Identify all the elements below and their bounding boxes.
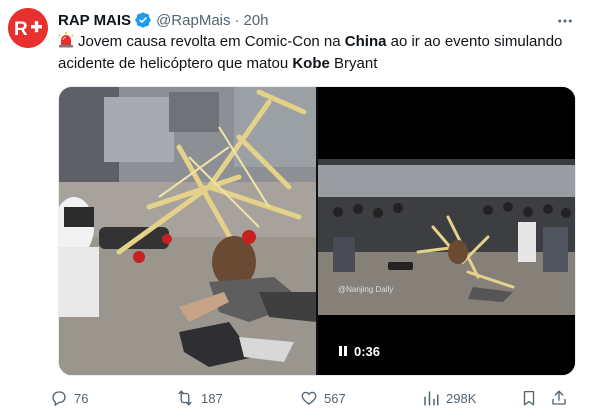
view-count: 298K [446, 390, 477, 406]
video-watermark: @Nanjing Daily [338, 285, 393, 294]
video-player[interactable]: @Nanjing Daily 0:36 [318, 87, 575, 375]
video-duration-badge[interactable]: 0:36 [330, 339, 389, 363]
siren-emoji-icon [58, 32, 74, 54]
author-name[interactable]: RAP MAIS [58, 12, 131, 29]
tweet-text-part-1: Jovem causa revolta em Comic-Con na [78, 33, 345, 50]
rap-mais-logo-icon: R [8, 8, 48, 48]
separator-dot: · [234, 11, 240, 29]
reply-button[interactable]: 76 [50, 386, 88, 410]
tweet-text-bold-kobe: Kobe [292, 55, 330, 72]
reply-icon [52, 391, 66, 407]
photo-thumbnail[interactable] [59, 87, 316, 375]
svg-text:R: R [14, 19, 28, 40]
views-chart-icon [424, 391, 439, 406]
reply-count: 76 [74, 390, 89, 406]
video-thumbnail-image: @Nanjing Daily [318, 87, 575, 375]
like-button[interactable]: 567 [300, 386, 346, 410]
photo-image [59, 87, 316, 375]
tweet-header: RAP MAIS @RapMais · 20h [58, 10, 269, 30]
author-handle[interactable]: @RapMais [156, 12, 230, 29]
video-duration: 0:36 [354, 343, 381, 359]
more-options-icon[interactable] [555, 12, 575, 30]
share-button[interactable] [550, 386, 574, 410]
tweet-actions: 76 187 567 298K [50, 386, 570, 410]
verified-badge-icon [134, 11, 152, 29]
pause-icon [339, 346, 347, 356]
repost-icon [178, 390, 192, 406]
like-count: 567 [324, 390, 346, 406]
share-icon [552, 390, 566, 405]
repost-count: 187 [201, 390, 223, 406]
tweet-timestamp[interactable]: 20h [244, 12, 269, 29]
tweet-text-part-3: Bryant [329, 55, 378, 72]
bookmark-button[interactable] [520, 386, 544, 410]
views-button[interactable]: 298K [422, 386, 476, 410]
avatar[interactable]: R [8, 8, 48, 48]
heart-icon [301, 391, 317, 405]
bookmark-icon [523, 390, 535, 406]
tweet-text: Jovem causa revolta em Comic-Con na Chin… [58, 32, 578, 74]
repost-button[interactable]: 187 [175, 386, 223, 410]
media-grid: @Nanjing Daily 0:36 [58, 86, 576, 376]
tweet-text-bold-china: China [344, 33, 387, 50]
tweet[interactable]: R RAP MAIS @RapMais · 20h Jovem causa re… [0, 0, 589, 419]
